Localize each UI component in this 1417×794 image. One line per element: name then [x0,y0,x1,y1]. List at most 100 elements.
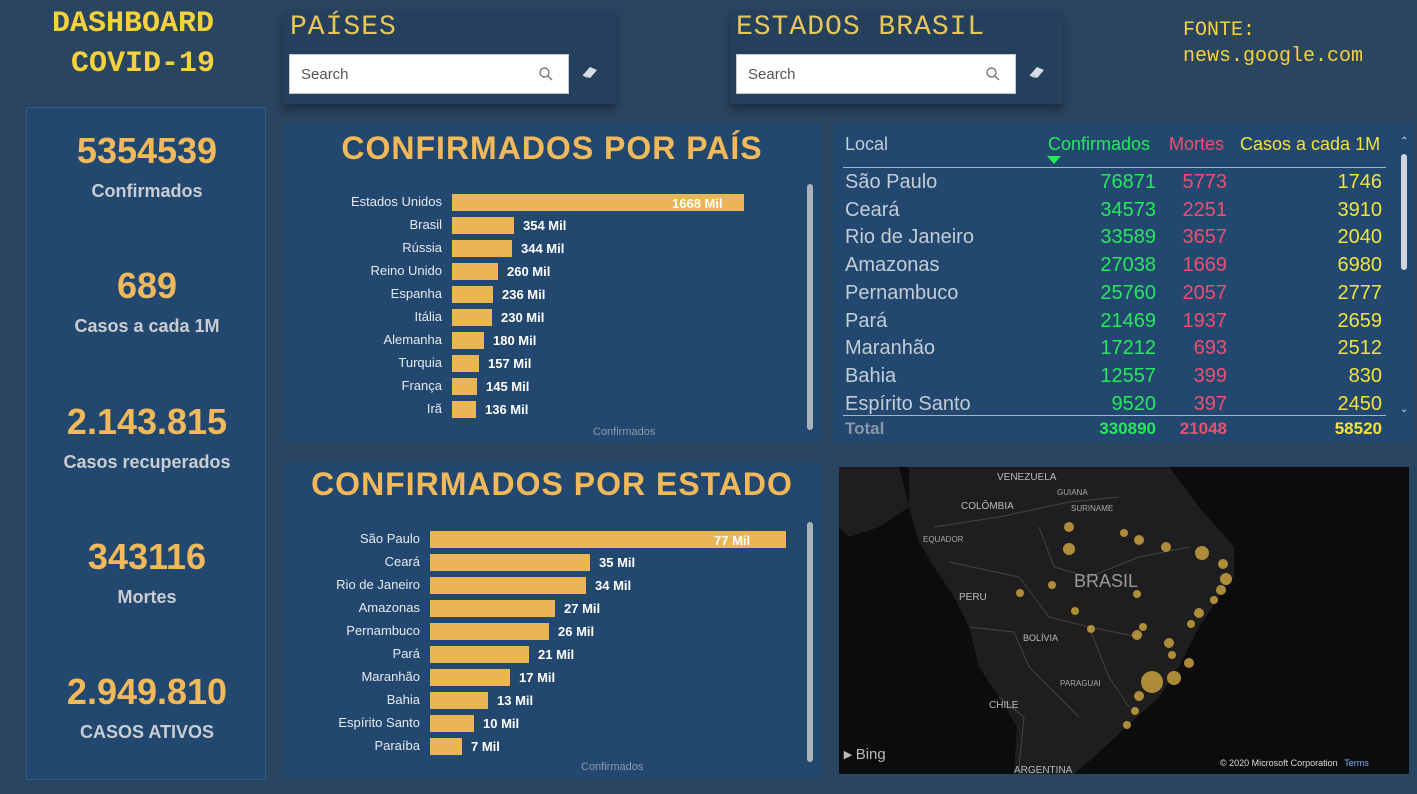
map-bubble[interactable] [1210,596,1218,604]
map-bubble[interactable] [1123,721,1131,729]
map-bubble[interactable] [1132,630,1142,640]
bar-row[interactable]: Bahia 13 Mil [284,690,804,712]
bar[interactable] [452,240,512,257]
bar[interactable] [430,554,590,571]
map-bubble[interactable] [1141,671,1163,693]
bar[interactable] [430,738,462,755]
map-panel[interactable]: VENEZUELA GUIANA SURINAME COLÔMBIA EQUAD… [839,467,1409,774]
bar[interactable] [430,623,549,640]
map-bubble[interactable] [1087,625,1095,633]
bar-row[interactable]: Estados Unidos 1668 Mil [284,192,804,214]
bar-category-label: Pará [392,646,420,661]
bar[interactable] [452,286,493,303]
state-chart-scrollbar[interactable] [807,522,813,762]
table-row[interactable]: São Paulo 76871 5773 1746 [845,171,1385,198]
map-bubble[interactable] [1131,707,1139,715]
map-bubble[interactable] [1134,691,1144,701]
dashboard-title: DASHBOARD COVID-19 [28,4,248,84]
map-bubble[interactable] [1134,535,1144,545]
map-bubble[interactable] [1048,581,1056,589]
bar-category-label: Pernambuco [346,623,420,638]
header-confirmados[interactable]: Confirmados [1048,134,1150,155]
map-bubble[interactable] [1161,542,1171,552]
bar[interactable] [452,355,479,372]
map-bubble[interactable] [1220,573,1232,585]
country-chart-scrollbar[interactable] [807,184,813,430]
bar-row[interactable]: Turquia 157 Mil [284,353,804,375]
table-scroll-thumb[interactable] [1401,154,1407,270]
bar[interactable] [452,217,514,234]
table-row[interactable]: Pará 21469 1937 2659 [845,310,1385,337]
bar[interactable] [430,600,555,617]
bar-row[interactable]: Ceará 35 Mil [284,552,804,574]
bar[interactable] [430,715,474,732]
table-header-divider [843,167,1386,168]
map-bubble[interactable] [1168,651,1176,659]
country-search-field[interactable] [289,54,569,94]
map-bubble[interactable] [1071,607,1079,615]
bar-row[interactable]: Pernambuco 26 Mil [284,621,804,643]
bar[interactable] [452,401,476,418]
map-bubble[interactable] [1187,620,1195,628]
bar-row[interactable]: Amazonas 27 Mil [284,598,804,620]
map-bubble[interactable] [1218,559,1228,569]
table-row[interactable]: Amazonas 27038 1669 6980 [845,254,1385,281]
bar-row[interactable]: Paraíba 7 Mil [284,736,804,758]
map-bubble[interactable] [1164,638,1174,648]
map-bubble[interactable] [1167,671,1181,685]
map-canvas[interactable] [839,467,1409,774]
map-bubble[interactable] [1139,623,1147,631]
bar[interactable] [452,309,492,326]
header-mortes[interactable]: Mortes [1169,134,1224,155]
bar[interactable] [430,669,510,686]
bar-row[interactable]: Rio de Janeiro 34 Mil [284,575,804,597]
state-search-field[interactable] [736,54,1016,94]
map-bubble[interactable] [1016,589,1024,597]
scroll-down-icon[interactable]: ⌄ [1400,404,1408,415]
map-bubble[interactable] [1195,546,1209,560]
table-row[interactable]: Bahia 12557 399 830 [845,365,1385,392]
scroll-up-icon[interactable]: ⌃ [1400,136,1408,147]
map-bubble[interactable] [1194,608,1204,618]
eraser-icon[interactable] [1028,65,1046,84]
bar[interactable] [430,692,488,709]
search-icon[interactable] [538,66,554,87]
bar-row[interactable]: Itália 230 Mil [284,307,804,329]
state-search-input[interactable] [737,55,958,93]
search-icon[interactable] [985,66,1001,87]
bar-row[interactable]: Espírito Santo 10 Mil [284,713,804,735]
bar[interactable] [430,577,586,594]
bar[interactable] [452,378,477,395]
eraser-icon[interactable] [581,65,599,84]
bar-row[interactable]: Irã 136 Mil [284,399,804,421]
bar[interactable] [452,332,484,349]
bar-row[interactable]: Brasil 354 Mil [284,215,804,237]
bar-row[interactable]: França 145 Mil [284,376,804,398]
map-bubble[interactable] [1063,543,1075,555]
bar[interactable] [430,646,529,663]
table-row[interactable]: Pernambuco 25760 2057 2777 [845,282,1385,309]
table-row[interactable]: Ceará 34573 2251 3910 [845,199,1385,226]
header-casos[interactable]: Casos a cada 1M [1240,134,1380,155]
bar-row[interactable]: Rússia 344 Mil [284,238,804,260]
sort-desc-icon[interactable] [1047,156,1061,164]
bar-row[interactable]: Alemanha 180 Mil [284,330,804,352]
map-bubble[interactable] [1064,522,1074,532]
bar-row[interactable]: Espanha 236 Mil [284,284,804,306]
map-bubble[interactable] [1184,658,1194,668]
cell-casos: 6980 [1337,254,1383,277]
table-row[interactable]: Rio de Janeiro 33589 3657 2040 [845,226,1385,253]
bar-row[interactable]: Maranhão 17 Mil [284,667,804,689]
table-header: Local Confirmados Mortes Casos a cada 1M [845,133,1385,164]
table-scrollbar[interactable]: ⌃ ⌄ [1397,132,1411,424]
bar-row[interactable]: Pará 21 Mil [284,644,804,666]
terms-link[interactable]: Terms [1344,758,1369,768]
bar-row[interactable]: Reino Unido 260 Mil [284,261,804,283]
country-search-input[interactable] [290,55,511,93]
header-local[interactable]: Local [845,134,888,155]
bar[interactable] [452,263,498,280]
bar-row[interactable]: São Paulo 77 Mil [284,529,804,551]
table-row[interactable]: Maranhão 17212 693 2512 [845,337,1385,364]
map-bubble[interactable] [1120,529,1128,537]
map-bubble[interactable] [1216,585,1226,595]
